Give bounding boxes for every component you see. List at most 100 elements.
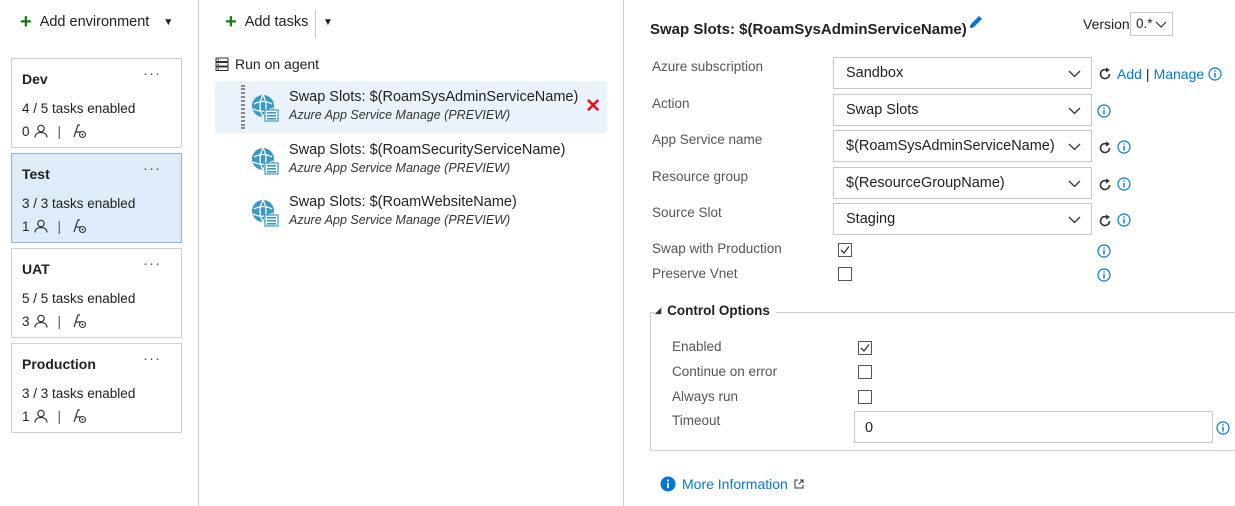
- swap-with-production-checkbox[interactable]: [838, 243, 852, 257]
- chevron-down-icon: [1068, 107, 1081, 115]
- azure-app-service-icon: [252, 94, 279, 122]
- chevron-down-icon: [1155, 21, 1167, 28]
- more-options-icon[interactable]: ···: [143, 160, 161, 177]
- more-options-icon[interactable]: ···: [143, 350, 161, 367]
- azure-subscription-label: Azure subscription: [652, 59, 764, 74]
- plus-icon: +: [20, 11, 32, 33]
- remove-task-icon[interactable]: ✕: [585, 95, 601, 118]
- refresh-icon[interactable]: [1098, 141, 1112, 155]
- azure-subscription-select[interactable]: Sandbox: [833, 57, 1092, 89]
- link-separator: |: [1145, 66, 1150, 82]
- always-run-checkbox[interactable]: [858, 390, 872, 404]
- task-subtitle: Azure App Service Manage (PREVIEW): [289, 108, 511, 122]
- collapse-triangle-icon: ◢: [655, 306, 662, 315]
- environment-task-count: 5 / 5 tasks enabled: [22, 291, 136, 306]
- task-title: Swap Slots: $(RoamSysAdminServiceName): [289, 89, 579, 105]
- refresh-icon[interactable]: [1098, 214, 1112, 228]
- person-icon[interactable]: [33, 124, 48, 138]
- panel-divider: [623, 0, 624, 506]
- swap-with-production-label: Swap with Production: [652, 241, 782, 256]
- app-service-name-select[interactable]: $(RoamSysAdminServiceName): [833, 130, 1092, 162]
- resource-group-select[interactable]: $(ResourceGroupName): [833, 167, 1092, 199]
- approver-count: 0: [22, 123, 30, 139]
- add-environment-button[interactable]: + Add environment ▼: [20, 11, 174, 33]
- action-select[interactable]: Swap Slots: [833, 94, 1092, 126]
- more-information-link[interactable]: More Information: [660, 476, 804, 492]
- environment-name: Test: [22, 166, 50, 182]
- agent-phase[interactable]: Run on agent: [215, 56, 319, 72]
- environment-card-uat[interactable]: UAT ··· 5 / 5 tasks enabled 3 |: [11, 248, 182, 338]
- info-icon[interactable]: [1117, 213, 1131, 227]
- environment-card-production[interactable]: Production ··· 3 / 3 tasks enabled 1 |: [11, 343, 182, 433]
- task-item[interactable]: Swap Slots: $(RoamSysAdminServiceName) A…: [215, 81, 607, 133]
- source-slot-label: Source Slot: [652, 205, 722, 220]
- info-icon[interactable]: [1208, 67, 1222, 81]
- info-icon[interactable]: [1117, 177, 1131, 191]
- add-link[interactable]: Add: [1117, 66, 1142, 82]
- info-icon[interactable]: [1117, 140, 1131, 154]
- version-label: Version: [1083, 16, 1130, 32]
- info-icon[interactable]: [1097, 268, 1111, 282]
- button-split-divider: [315, 10, 316, 38]
- timeout-label: Timeout: [672, 413, 721, 428]
- refresh-icon[interactable]: [1098, 67, 1112, 81]
- deployment-condition-icon[interactable]: [71, 123, 87, 139]
- refresh-icon[interactable]: [1098, 178, 1112, 192]
- continue-on-error-checkbox[interactable]: [858, 365, 872, 379]
- manage-link[interactable]: Manage: [1154, 66, 1205, 82]
- approver-count: 1: [22, 218, 30, 234]
- chevron-down-icon: [1068, 180, 1081, 188]
- separator: |: [57, 123, 62, 139]
- checkmark-icon: [860, 344, 870, 352]
- add-tasks-button[interactable]: + Add tasks: [225, 11, 308, 33]
- info-icon[interactable]: [1097, 104, 1111, 118]
- info-icon[interactable]: [1216, 421, 1230, 435]
- add-environment-label: Add environment: [39, 14, 150, 30]
- approver-count: 1: [22, 408, 30, 424]
- separator: |: [57, 313, 62, 329]
- panel-divider: [198, 0, 199, 506]
- person-icon[interactable]: [33, 219, 48, 233]
- more-options-icon[interactable]: ···: [143, 255, 161, 272]
- environment-card-dev[interactable]: Dev ··· 4 / 5 tasks enabled 0 |: [11, 58, 182, 148]
- person-icon[interactable]: [33, 409, 48, 423]
- always-run-label: Always run: [672, 389, 739, 404]
- resource-group-label: Resource group: [652, 169, 749, 184]
- timeout-value: 0: [865, 420, 874, 436]
- task-subtitle: Azure App Service Manage (PREVIEW): [289, 213, 511, 227]
- task-item[interactable]: Swap Slots: $(RoamWebsiteName) Azure App…: [215, 186, 607, 238]
- caret-down-icon: ▼: [163, 16, 174, 28]
- timeout-input[interactable]: 0: [854, 411, 1213, 443]
- more-information-label: More Information: [682, 476, 788, 492]
- app-service-name-value: $(RoamSysAdminServiceName): [846, 138, 1055, 154]
- add-tasks-dropdown-icon[interactable]: ▼: [323, 17, 333, 28]
- version-select[interactable]: 0.*: [1130, 12, 1173, 36]
- source-slot-select[interactable]: Staging: [833, 203, 1092, 235]
- drag-handle[interactable]: [241, 85, 245, 129]
- resource-group-value: $(ResourceGroupName): [846, 175, 1005, 191]
- environments-panel: + Add environment ▼ Dev ··· 4 / 5 tasks …: [0, 0, 198, 506]
- plus-icon: +: [225, 11, 237, 33]
- more-options-icon[interactable]: ···: [143, 65, 161, 82]
- action-value: Swap Slots: [846, 102, 919, 118]
- external-link-icon: [794, 479, 804, 489]
- enabled-checkbox[interactable]: [858, 341, 872, 355]
- azure-app-service-icon: [252, 147, 279, 175]
- control-options-header[interactable]: ◢ Control Options: [655, 303, 776, 318]
- deployment-condition-icon[interactable]: [71, 218, 87, 234]
- info-icon[interactable]: [1097, 244, 1111, 258]
- server-icon: [215, 57, 229, 71]
- deployment-condition-icon[interactable]: [71, 313, 87, 329]
- chevron-down-icon: [1068, 143, 1081, 151]
- continue-on-error-label: Continue on error: [672, 364, 778, 379]
- person-icon[interactable]: [33, 314, 48, 328]
- preserve-vnet-checkbox[interactable]: [838, 267, 852, 281]
- deployment-condition-icon[interactable]: [71, 408, 87, 424]
- separator: |: [57, 408, 62, 424]
- environment-card-test[interactable]: Test ··· 3 / 3 tasks enabled 1 |: [11, 153, 182, 243]
- preserve-vnet-label: Preserve Vnet: [652, 266, 738, 281]
- environment-name: Dev: [22, 71, 48, 87]
- environment-task-count: 3 / 3 tasks enabled: [22, 196, 136, 211]
- pencil-icon[interactable]: [968, 14, 984, 30]
- task-item[interactable]: Swap Slots: $(RoamSecurityServiceName) A…: [215, 134, 607, 186]
